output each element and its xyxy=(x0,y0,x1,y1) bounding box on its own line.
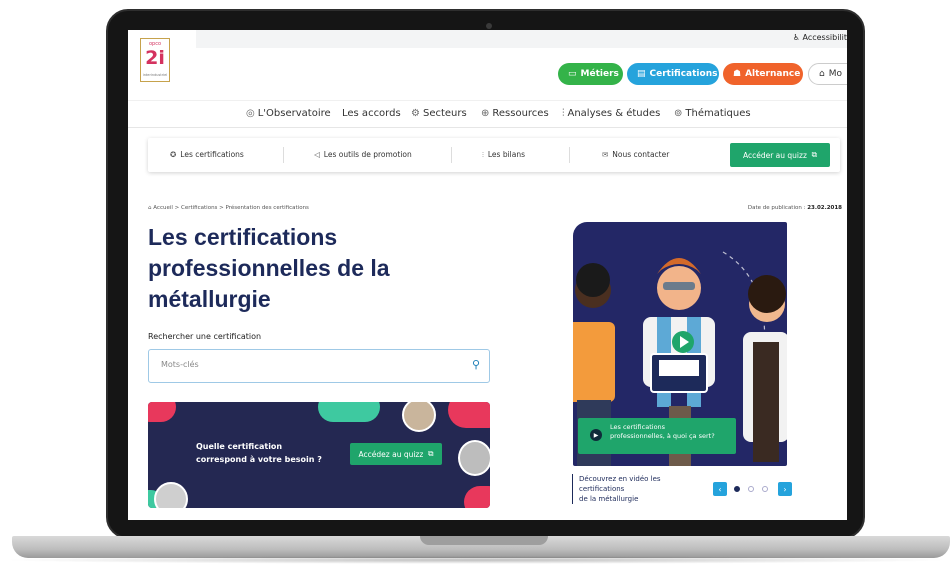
nav-item-secteurs[interactable]: ⚙ Secteurs xyxy=(411,108,467,119)
home-icon: ⌂ xyxy=(148,205,152,211)
webcam xyxy=(486,23,492,29)
search-input[interactable] xyxy=(161,360,461,369)
logo-sub-text: interindustriel xyxy=(142,73,168,77)
globe-icon: ◎ xyxy=(246,108,255,119)
megaphone-icon: ◁ xyxy=(314,150,320,159)
accessibility-link[interactable]: ♿ Accessibilit xyxy=(793,33,847,42)
quiz-question-line: Quelle certification xyxy=(196,442,283,451)
carousel-dot-3[interactable] xyxy=(762,486,768,492)
video-caption-line: Les certifications xyxy=(610,423,666,431)
page-title: Les certifications professionnelles de l… xyxy=(148,224,390,312)
user-icon: ⌂ xyxy=(819,69,825,79)
laptop-notch xyxy=(420,536,548,545)
carousel-dot-1[interactable] xyxy=(734,486,740,492)
alternance-button[interactable]: ☗ Alternance xyxy=(723,63,803,85)
search-icon[interactable]: ⚲ xyxy=(472,358,480,371)
nav-item-ressources[interactable]: ⊕ Ressources xyxy=(481,108,549,119)
chart-icon: ⫶ xyxy=(482,150,484,159)
decor-shape xyxy=(318,402,380,422)
quiz-button[interactable]: Accéder au quizz ⧉ xyxy=(730,143,830,167)
avatar xyxy=(458,440,490,476)
briefcase-icon: ▭ xyxy=(568,69,577,79)
laptop-shadow xyxy=(0,556,952,564)
decor-shape xyxy=(448,402,490,428)
opco2i-logo[interactable]: opco 2i interindustriel xyxy=(140,38,170,82)
account-button[interactable]: ⌂ Mo xyxy=(808,63,847,85)
certificate-icon: ▤ xyxy=(637,69,646,79)
quiz-banner: Quelle certification correspond à votre … xyxy=(148,402,490,508)
quiz-icon: ⧉ xyxy=(428,449,434,458)
video-description-line: de la métallurgie xyxy=(579,495,639,503)
breadcrumb: ⌂ Accueil > Certifications > Présentatio… xyxy=(148,205,309,211)
carousel-dot-2[interactable] xyxy=(748,486,754,492)
carousel-prev-button[interactable]: ‹ xyxy=(713,482,727,496)
chevron-right-icon: › xyxy=(783,484,787,494)
mail-icon: ✉ xyxy=(602,150,609,159)
nav-item-analyses[interactable]: ⫶ Analyses & études xyxy=(562,108,660,119)
metiers-button[interactable]: ▭ Métiers xyxy=(558,63,623,85)
logo-number: 2i xyxy=(145,47,165,69)
subnav-item-bilans[interactable]: ⫶ Les bilans xyxy=(482,150,525,160)
publication-date: Date de publication : 23.02.2018 xyxy=(747,205,842,211)
quiz-banner-button[interactable]: Accédez au quizz ⧉ xyxy=(350,443,442,465)
people-icon: ☗ xyxy=(733,69,742,79)
video-caption[interactable]: ▶ Les certifications professionnelles, à… xyxy=(578,418,736,454)
divider xyxy=(569,147,570,163)
chevron-left-icon: ‹ xyxy=(718,484,722,494)
screen: ♿ Accessibilit opco 2i interindustriel ▭… xyxy=(128,30,847,520)
gear-icon: ⚙ xyxy=(411,108,420,119)
subnav-item-outils[interactable]: ◁ Les outils de promotion xyxy=(314,150,412,159)
avatar xyxy=(402,402,436,432)
certifications-subnav: ✪ Les certifications ◁ Les outils de promo… xyxy=(148,138,840,172)
top-utility-bar: ♿ Accessibilit xyxy=(196,30,847,48)
carousel-next-button[interactable]: › xyxy=(778,482,792,496)
avatar xyxy=(154,482,188,508)
video-description-line: Découvrez en vidéo les certifications xyxy=(579,475,661,493)
nav-item-thematiques[interactable]: ⊚ Thématiques xyxy=(674,108,751,119)
target-icon: ⊚ xyxy=(674,108,683,119)
laptop-frame: ♿ Accessibilit opco 2i interindustriel ▭… xyxy=(0,0,952,567)
accessibility-icon: ♿ xyxy=(792,33,800,42)
subnav-item-contact[interactable]: ✉ Nous contacter xyxy=(602,150,669,159)
main-nav: ◎ L'Observatoire Les accords ⚙ Secteurs ⊕ R… xyxy=(128,100,847,128)
search-globe-icon: ⊕ xyxy=(481,108,490,119)
quiz-question-line: correspond à votre besoin ? xyxy=(196,455,322,464)
nav-item-observatoire[interactable]: ◎ L'Observatoire xyxy=(246,108,331,119)
certifications-button[interactable]: ▤ Certifications xyxy=(627,63,719,85)
quiz-question: Quelle certification correspond à votre … xyxy=(196,440,322,466)
quiz-icon: ⧉ xyxy=(811,150,818,159)
medal-icon: ✪ xyxy=(170,150,177,159)
decor-shape xyxy=(464,486,490,508)
divider xyxy=(451,147,452,163)
chart-icon: ⫶ xyxy=(562,108,565,119)
video-caption-line: professionnelles, à quoi ça sert? xyxy=(610,432,715,440)
search-box: ⚲ xyxy=(148,349,490,383)
search-label: Rechercher une certification xyxy=(148,332,262,341)
play-icon[interactable]: ▶ xyxy=(590,429,602,441)
subnav-item-certifications[interactable]: ✪ Les certifications xyxy=(170,150,244,159)
video-description: Découvrez en vidéo les certifications de… xyxy=(572,474,702,504)
nav-item-accords[interactable]: Les accords xyxy=(342,108,401,119)
decor-shape xyxy=(148,402,176,422)
divider xyxy=(283,147,284,163)
